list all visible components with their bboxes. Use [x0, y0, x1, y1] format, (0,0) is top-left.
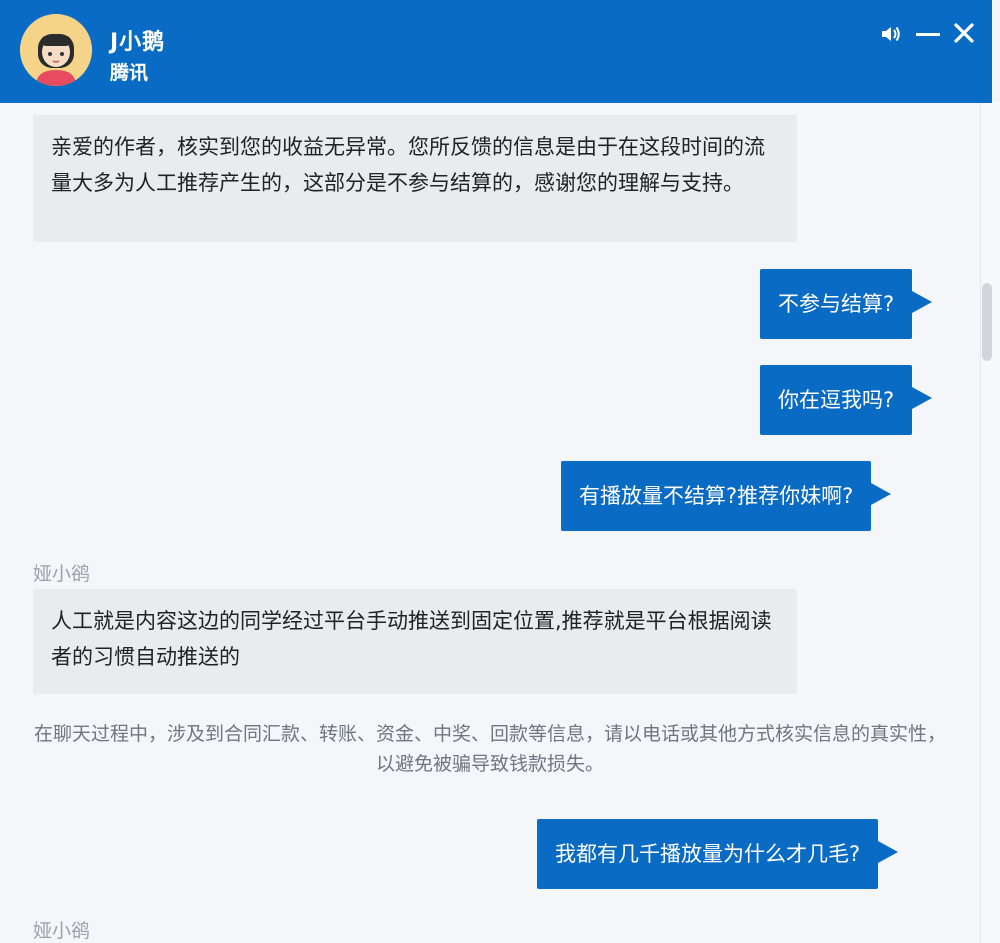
- outgoing-message: 不参与结算?: [760, 269, 933, 339]
- contact-name: J小鹅: [110, 30, 166, 55]
- outgoing-message: 有播放量不结算?推荐你妹啊?: [561, 461, 892, 531]
- scrollbar-thumb[interactable]: [982, 283, 992, 361]
- outgoing-message: 你在逗我吗?: [760, 365, 933, 435]
- security-notice: 在聊天过程中，涉及到合同汇款、转账、资金、中奖、回款等信息，请以电话或其他方式核…: [33, 723, 946, 775]
- sender-name: 娅小鹆: [33, 920, 91, 942]
- speaker-icon[interactable]: [880, 24, 902, 48]
- close-icon[interactable]: [953, 22, 975, 48]
- scrollbar-track[interactable]: [980, 103, 1000, 943]
- incoming-message: 亲爱的作者，核实到您的收益无异常。您所反馈的信息是由于在这段时间的流量大多为人工…: [33, 115, 797, 242]
- sender-name: 娅小鹆: [33, 563, 91, 585]
- chat-header: J小鹅 腾讯: [0, 0, 992, 103]
- avatar[interactable]: [20, 14, 92, 86]
- avatar-illustration: [20, 14, 92, 86]
- chat-message-list[interactable]: 亲爱的作者，核实到您的收益无异常。您所反馈的信息是由于在这段时间的流量大多为人工…: [0, 103, 980, 943]
- outgoing-message: 我都有几千播放量为什么才几毛?: [537, 819, 899, 889]
- incoming-message: 人工就是内容这边的同学经过平台手动推送到固定位置,推荐就是平台根据阅读者的习惯自…: [33, 589, 797, 694]
- contact-subtitle: 腾讯: [110, 62, 149, 84]
- minimize-icon[interactable]: [915, 24, 941, 48]
